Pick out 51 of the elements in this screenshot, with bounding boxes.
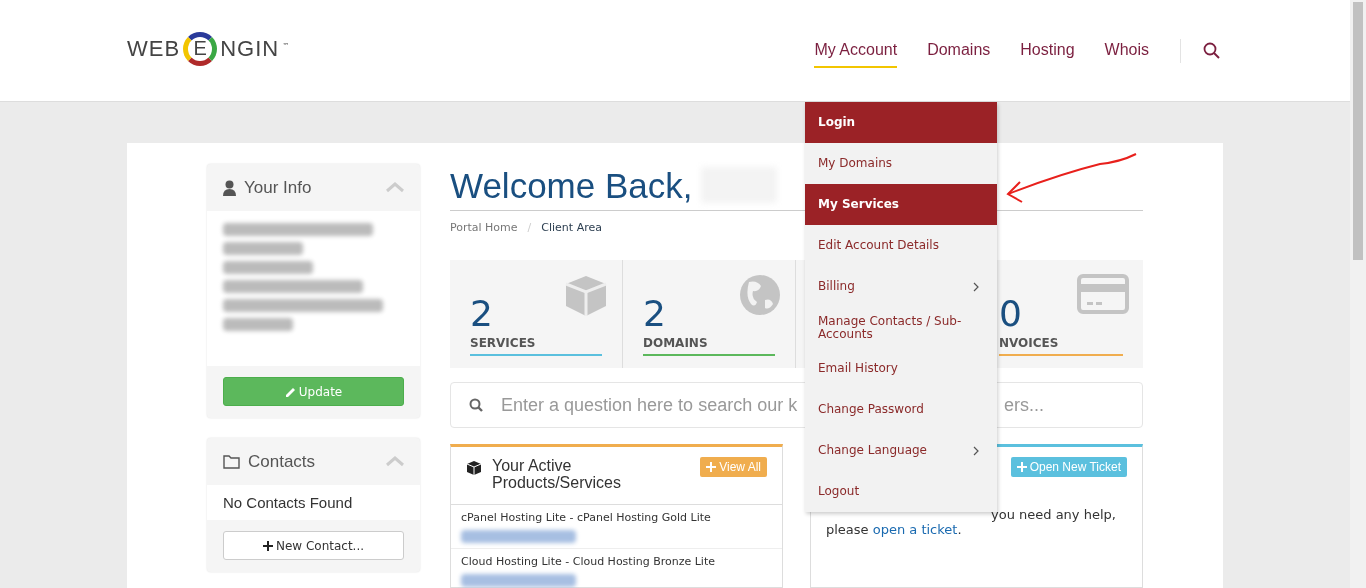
collapse-icon [386, 456, 404, 467]
panel-title: Contacts [248, 451, 317, 472]
stat-card[interactable]: 2 SERVICES [450, 260, 623, 368]
user-icon [223, 179, 236, 196]
search-icon [469, 398, 483, 412]
box-icon [466, 460, 482, 476]
open-ticket-link[interactable]: open a ticket [872, 522, 958, 537]
scrollbar[interactable] [1350, 0, 1366, 588]
service-link[interactable]: cPanel Hosting Lite - cPanel Hosting Gold Lite [461, 511, 711, 524]
stat-label: NVOICES [999, 336, 1060, 350]
nav-link[interactable]: Whois [1104, 33, 1149, 68]
menu-item[interactable]: Change Password [805, 389, 997, 430]
plus-icon [706, 462, 717, 472]
logo-text: NGIN [220, 35, 280, 62]
nav-link[interactable]: My Account [814, 33, 898, 68]
stat-count: 2 [470, 296, 494, 332]
blurred-text [223, 318, 293, 331]
box-icon [564, 274, 608, 318]
folder-icon [223, 454, 240, 469]
logo-emblem: E [183, 31, 218, 66]
ticket-message: please open a ticket. [826, 522, 963, 537]
breadcrumb-link[interactable]: Portal Home [450, 221, 518, 234]
menu-item[interactable]: Login [805, 102, 997, 143]
pencil-icon [284, 385, 296, 398]
collapse-icon [386, 182, 404, 193]
nav-link[interactable]: Domains [927, 33, 991, 68]
credit-card-icon [1077, 274, 1129, 314]
logo-text: WEB [127, 35, 181, 62]
service-link[interactable]: Cloud Hosting Lite - Cloud Hosting Bronze Lite [461, 555, 715, 568]
new-contact-button[interactable]: New Contact... [223, 531, 404, 560]
stat-label: SERVICES [470, 336, 537, 350]
breadcrumb-separator: / [527, 221, 532, 234]
stat-count: 0 [999, 296, 1023, 332]
plus-icon [1016, 462, 1027, 472]
panel-title: Your Info [244, 177, 313, 198]
nav-link[interactable]: Hosting [1020, 33, 1075, 68]
menu-item[interactable]: My Domains [805, 143, 997, 184]
search-icon [1203, 42, 1220, 59]
scrollbar-thumb[interactable] [1353, 2, 1363, 260]
chevron-right-icon [973, 281, 979, 292]
menu-item[interactable]: My Services [805, 184, 997, 225]
stat-card[interactable]: 2 DOMAINS [623, 260, 796, 368]
stat-count: 2 [643, 296, 667, 332]
plus-icon [262, 540, 273, 551]
welcome-heading: Welcome Back, [450, 166, 693, 206]
stat-label: DOMAINS [643, 336, 709, 350]
empty-message: No Contacts Found [223, 494, 354, 511]
chevron-right-icon [973, 445, 979, 456]
breadcrumb-link[interactable]: Client Area [541, 221, 602, 234]
panel-title: Your Active Products/Services [492, 457, 622, 491]
menu-item[interactable]: Change Language [805, 430, 997, 471]
